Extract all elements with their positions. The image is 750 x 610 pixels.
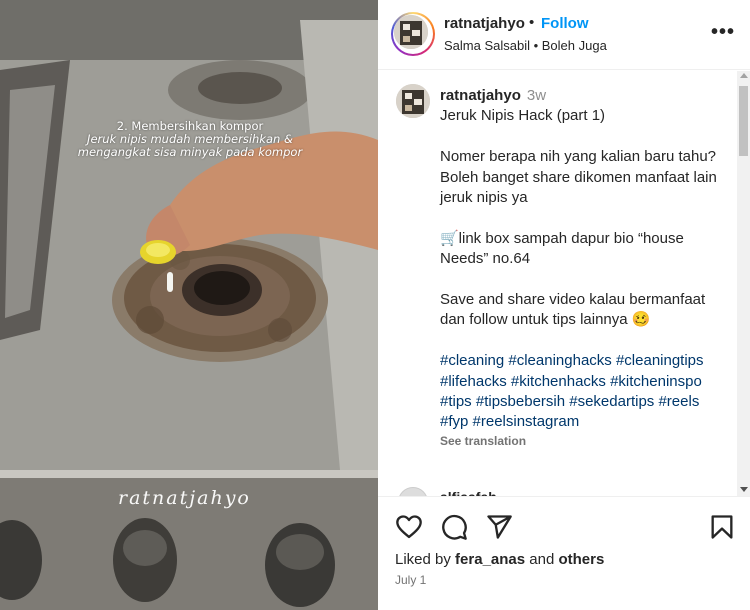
send-icon[interactable] bbox=[485, 513, 513, 541]
video-watermark: ratnatjahyo bbox=[118, 487, 251, 509]
post-date[interactable]: July 1 bbox=[395, 573, 426, 587]
caption-text: Boleh banget share dikomen manfaat lain … bbox=[440, 168, 717, 207]
liked-middle: and bbox=[525, 551, 559, 568]
caption-text: 🛒link box sampah dapur bio “house Needs”… bbox=[440, 229, 684, 268]
post-side-panel: ratnatjahyo • Follow Salma Salsabil • Bo… bbox=[378, 0, 750, 610]
follow-button[interactable]: Follow bbox=[541, 15, 589, 32]
commenter-username[interactable]: alfiaafah bbox=[440, 489, 520, 496]
overlay-line: mengangkat sisa minyak pada kompor bbox=[77, 145, 303, 159]
more-options-icon[interactable]: ••• bbox=[711, 22, 735, 42]
video-overlay-text: 2. Membersihkan kompor Jeruk nipis mudah… bbox=[60, 120, 320, 159]
caption-timestamp[interactable]: 3w bbox=[527, 87, 546, 104]
caption-text: Nomer berapa nih yang kalian baru tahu? bbox=[440, 148, 717, 166]
heart-icon[interactable] bbox=[395, 513, 423, 541]
caption-title: Jeruk Nipis Hack (part 1) bbox=[440, 107, 606, 125]
liked-prefix: Liked by bbox=[395, 551, 456, 568]
audio-attribution[interactable]: Salma Salsabil • Boleh Juga bbox=[444, 38, 607, 53]
scroll-down-arrow-icon[interactable] bbox=[740, 487, 748, 492]
author-avatar-ring[interactable] bbox=[391, 12, 435, 56]
caption-author-avatar[interactable] bbox=[396, 84, 430, 118]
post-media[interactable]: 2. Membersihkan kompor Jeruk nipis mudah… bbox=[0, 0, 378, 610]
liked-others-link[interactable]: others bbox=[558, 551, 604, 568]
post-header: ratnatjahyo • Follow Salma Salsabil • Bo… bbox=[378, 0, 750, 70]
caption-hashtags[interactable]: #cleaning #cleaninghacks #cleaningtips #… bbox=[440, 351, 730, 433]
comment-icon[interactable] bbox=[440, 513, 468, 541]
post-caption: ratnatjahyo 3w Jeruk Nipis Hack (part 1) … bbox=[440, 86, 730, 448]
comments-scrollbar[interactable] bbox=[737, 71, 750, 496]
stove-photo bbox=[0, 0, 378, 610]
caption-username[interactable]: ratnatjahyo bbox=[440, 87, 521, 104]
author-username[interactable]: ratnatjahyo bbox=[444, 15, 525, 32]
author-avatar[interactable] bbox=[394, 15, 428, 49]
caption-text: Save and share video kalau bermanfaat da… bbox=[440, 291, 706, 329]
commenter-avatar[interactable] bbox=[398, 487, 428, 496]
bookmark-icon[interactable] bbox=[708, 513, 736, 541]
likes-summary: Liked by fera_anas and others bbox=[395, 551, 604, 568]
post-actions: Liked by fera_anas and others July 1 bbox=[378, 496, 750, 610]
scroll-up-arrow-icon[interactable] bbox=[740, 73, 748, 78]
comments-area[interactable]: ratnatjahyo 3w Jeruk Nipis Hack (part 1) … bbox=[378, 71, 750, 496]
liked-by-user-link[interactable]: fera_anas bbox=[455, 551, 525, 568]
separator-dot: • bbox=[529, 14, 535, 31]
scroll-thumb[interactable] bbox=[739, 86, 748, 156]
see-translation-link[interactable]: See translation bbox=[440, 434, 730, 448]
